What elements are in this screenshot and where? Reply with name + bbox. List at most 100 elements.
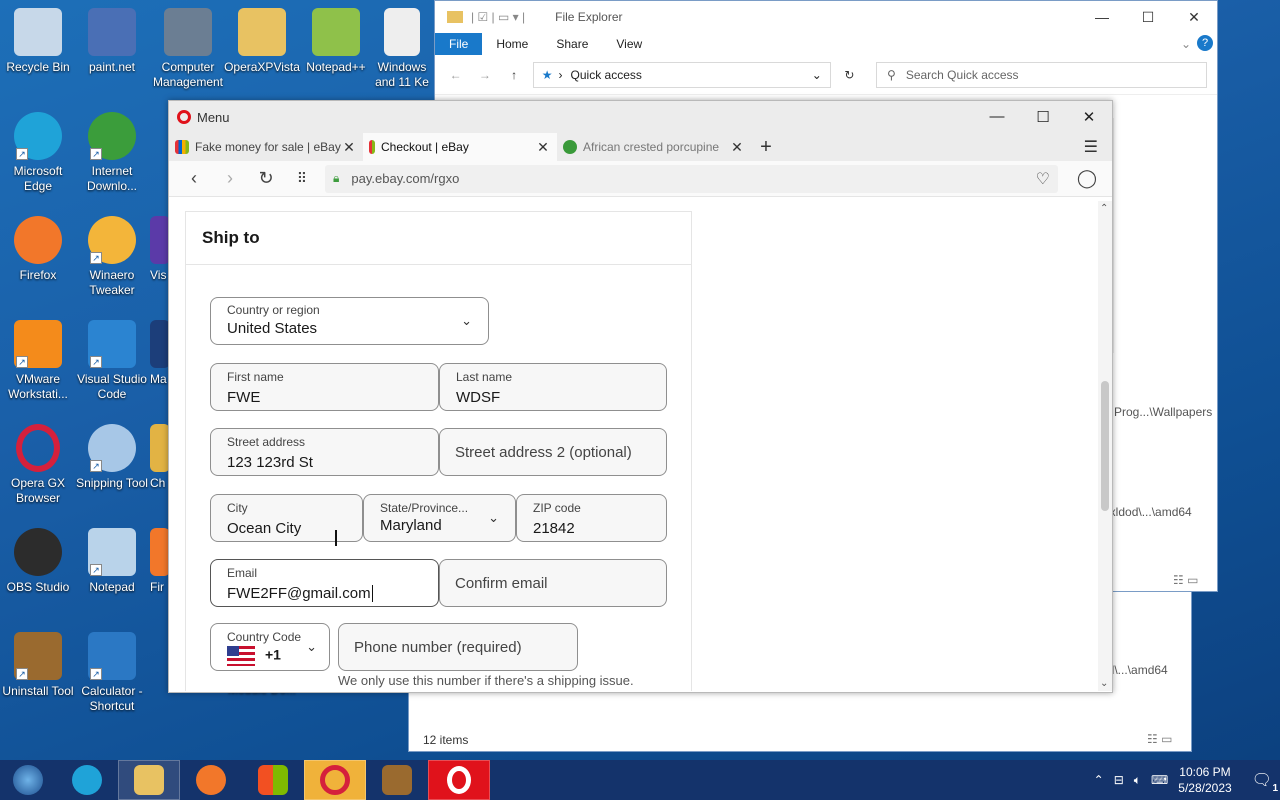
desktop-icon-recycle-bin[interactable]: Recycle Bin — [0, 8, 76, 75]
minimize-icon[interactable]: — — [1079, 9, 1125, 26]
scroll-up-arrow-icon[interactable]: ⌃ — [1100, 203, 1108, 214]
first-name-field[interactable]: First name FWE — [210, 363, 439, 411]
speaker-icon[interactable]: 🔈︎ — [1134, 773, 1141, 788]
back-icon[interactable]: ‹ — [177, 168, 211, 189]
taskbar-edge[interactable] — [56, 760, 118, 800]
search-box[interactable]: ⚲ Search Quick access — [876, 61, 1208, 88]
tab-porcupine[interactable]: African crested porcupine ✕ — [557, 133, 751, 161]
opera-logo-icon[interactable] — [177, 110, 191, 124]
desktop-icon-firefox[interactable]: Firefox — [0, 216, 76, 283]
refresh-icon[interactable]: ↻ — [839, 68, 860, 82]
email-field[interactable]: Email FWE2FF@gmail.com — [210, 559, 439, 607]
url-bar[interactable]: 🔒︎ pay.ebay.com/rgxo ♡ — [325, 164, 1058, 193]
desktop-icon-edge[interactable]: ↗ Microsoft Edge — [0, 112, 76, 194]
tab-menu-icon[interactable]: ☰ — [1084, 137, 1098, 157]
new-tab-plus-icon[interactable]: + — [751, 136, 781, 159]
confirm-email-field[interactable]: Confirm email — [439, 559, 667, 607]
help-icon[interactable]: ? — [1197, 35, 1213, 51]
taskbar-opera[interactable] — [428, 760, 490, 800]
desktop-icon-vmware[interactable]: ↗ VMware Workstati... — [0, 320, 76, 402]
taskbar-store[interactable] — [242, 760, 304, 800]
keyboard-icon[interactable]: ⌨ — [1151, 773, 1168, 787]
close-tab-icon[interactable]: ✕ — [341, 139, 357, 156]
address-bar[interactable]: ★ › Quick access ⌄ — [532, 61, 831, 88]
desktop-icon-partial-ma[interactable]: Ma — [150, 320, 170, 387]
last-name-field[interactable]: Last name WDSF — [439, 363, 667, 411]
details-view-icon[interactable]: ☷ ▭ — [1147, 732, 1172, 746]
street-address-field[interactable]: Street address 123 123rd St — [210, 428, 439, 476]
expand-ribbon-icon[interactable]: ⌄ — [1175, 33, 1197, 55]
desktop-icon-opera-gx[interactable]: Opera GX Browser — [0, 424, 76, 506]
close-icon[interactable]: ✕ — [1171, 9, 1217, 26]
desktop-icon-uninstall-tool[interactable]: ↗ Uninstall Tool — [0, 632, 76, 699]
desktop-icon-winaero[interactable]: ↗ Winaero Tweaker — [74, 216, 150, 298]
account-icon[interactable]: ◯ — [1070, 168, 1104, 189]
desktop-icon-snipping-tool[interactable]: ↗ Snipping Tool — [74, 424, 150, 491]
street-address-2-field[interactable]: Street address 2 (optional) — [439, 428, 667, 476]
desktop-icon-paint-net[interactable]: paint.net — [74, 8, 150, 75]
maximize-icon[interactable]: ☐ — [1020, 108, 1066, 126]
clock[interactable]: 10:06 PM 5/28/2023 — [1178, 764, 1231, 796]
notification-icon[interactable]: 🗨︎ 1 — [1252, 770, 1278, 794]
back-arrow-icon[interactable]: ← — [445, 68, 466, 82]
tab-checkout[interactable]: Checkout | eBay ✕ — [363, 133, 557, 161]
zip-field[interactable]: ZIP code 21842 — [516, 494, 667, 542]
network-icon[interactable]: ⊟ — [1114, 773, 1124, 787]
ribbon-tab-view[interactable]: View — [602, 33, 656, 55]
quick-access-toolbar-icon[interactable]: | ☑ | ▭ ▾ | — [471, 10, 525, 24]
up-arrow-icon[interactable]: ↑ — [504, 68, 525, 82]
ribbon-tab-home[interactable]: Home — [482, 33, 542, 55]
taskbar-archiver[interactable] — [366, 760, 428, 800]
taskbar-firefox[interactable] — [180, 760, 242, 800]
desktop-icon-windows-keys[interactable]: Windows and 11 Ke — [372, 8, 432, 90]
desktop-icon-operaxpvista[interactable]: OperaXPVista — [224, 8, 300, 75]
grid-icon[interactable]: ⠿ — [285, 170, 319, 187]
scrollbar-thumb[interactable] — [1101, 381, 1109, 511]
desktop-icon-idm[interactable]: ↗ Internet Downlo... — [74, 112, 150, 194]
country-code-select[interactable]: Country Code +1 ⌄ — [210, 623, 330, 671]
desktop-icon-computer-management[interactable]: Computer Management — [150, 8, 226, 90]
desktop-icon-notepad-plus-plus[interactable]: Notepad++ — [298, 8, 374, 75]
taskbar-opera-gx[interactable] — [304, 760, 366, 800]
page-scrollbar[interactable]: ⌃ ⌄ — [1098, 201, 1112, 691]
close-tab-icon[interactable]: ✕ — [535, 139, 551, 156]
desktop-icon-obs[interactable]: OBS Studio — [0, 528, 76, 595]
minimize-icon[interactable]: — — [974, 108, 1020, 126]
partial-icon — [150, 528, 170, 576]
close-tab-icon[interactable]: ✕ — [729, 139, 745, 156]
heart-icon[interactable]: ♡ — [1036, 169, 1050, 189]
forward-arrow-icon[interactable]: → — [474, 68, 495, 82]
ebay-favicon-icon — [175, 140, 189, 154]
reload-icon[interactable]: ↻ — [249, 168, 283, 189]
city-field[interactable]: City Ocean City — [210, 494, 363, 542]
tray-overflow-icon[interactable]: ⌃ — [1094, 773, 1104, 787]
opera-browser-window[interactable]: Menu — ☐ ✕ Fake money for sale | eBay ✕ … — [168, 100, 1113, 693]
menu-label[interactable]: Menu — [197, 110, 230, 125]
maximize-icon[interactable]: ☐ — [1125, 9, 1171, 26]
desktop-icon-partial-fire[interactable]: Fir — [150, 528, 170, 595]
phone-field[interactable]: Phone number (required) — [338, 623, 578, 671]
chevron-down-icon[interactable]: ⌄ — [812, 68, 822, 82]
scroll-down-arrow-icon[interactable]: ⌄ — [1100, 678, 1108, 689]
recent-item-path[interactable]: qxldod\...\amd64 — [1103, 505, 1192, 519]
details-view-icon[interactable]: ☷ ▭ — [1173, 573, 1198, 587]
desktop-icon-label: OperaXPVista — [224, 60, 300, 74]
country-select[interactable]: Country or region United States ⌄ — [210, 297, 489, 345]
desktop-icon-calculator[interactable]: ↗ Calculator - Shortcut — [74, 632, 150, 714]
ribbon-tab-file[interactable]: File — [435, 33, 483, 55]
browser-titlebar[interactable]: Menu — ☐ ✕ — [169, 101, 1112, 133]
close-icon[interactable]: ✕ — [1066, 108, 1112, 126]
desktop-icon-notepad[interactable]: ↗ Notepad — [74, 528, 150, 595]
tab-fake-money[interactable]: Fake money for sale | eBay ✕ — [169, 133, 363, 161]
desktop-icon-vscode[interactable]: ↗ Visual Studio Code — [74, 320, 150, 402]
recent-item-path[interactable]: Prog...\Wallpapers — [1114, 405, 1212, 419]
state-select[interactable]: State/Province... Maryland ⌄ — [363, 494, 516, 542]
forward-icon[interactable]: › — [213, 168, 247, 189]
desktop-icon-partial-ch[interactable]: Ch — [150, 424, 170, 491]
start-button[interactable] — [0, 760, 56, 800]
file-explorer-titlebar[interactable]: | ☑ | ▭ ▾ | File Explorer — ☐ ✕ — [435, 1, 1217, 33]
partial-icon — [150, 320, 170, 368]
ribbon-tab-share[interactable]: Share — [542, 33, 602, 55]
taskbar-file-explorer[interactable] — [118, 760, 180, 800]
desktop-icon-partial-vis[interactable]: Vis — [150, 216, 170, 283]
